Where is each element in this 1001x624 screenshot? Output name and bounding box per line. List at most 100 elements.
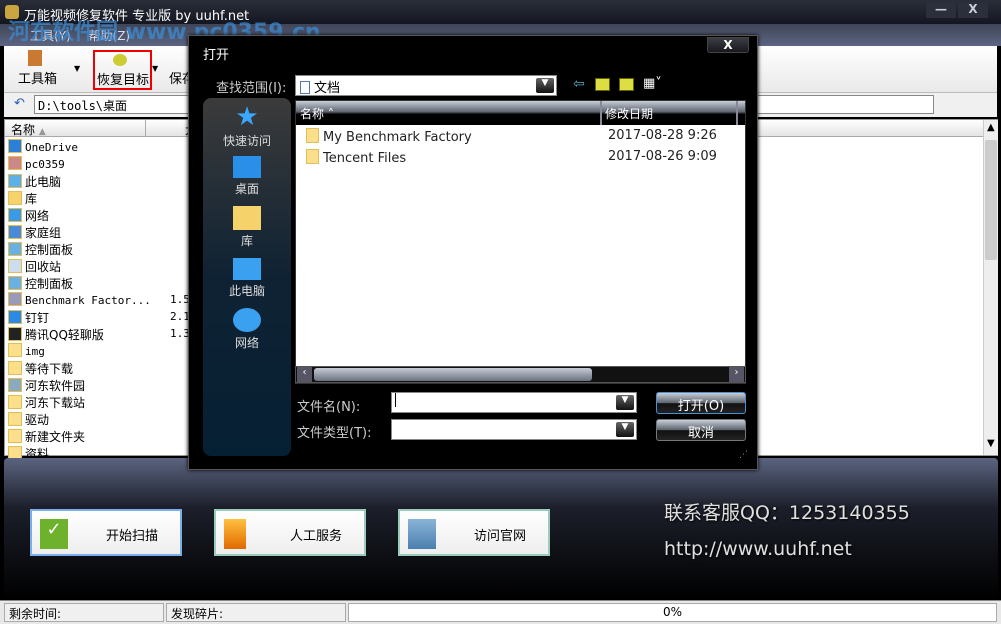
open-dialog: 打开 X 查找范围(I): 文档 ▼ ⇦ ▦˅ ★ 快速访问 桌面 库 此电脑 网…	[188, 35, 758, 470]
item-name: OneDrive	[25, 141, 78, 154]
cancel-button[interactable]: 取消	[656, 419, 746, 441]
scroll-thumb[interactable]	[314, 368, 592, 381]
list-item[interactable]: 控制面板	[8, 275, 73, 292]
back-arrow-icon[interactable]: ⇦	[573, 76, 585, 92]
column-name[interactable]: 名称 ˄	[300, 105, 334, 122]
list-item[interactable]: 驱动	[8, 411, 49, 428]
list-item[interactable]: img	[8, 343, 45, 360]
list-item[interactable]: 腾讯QQ轻聊版	[8, 326, 104, 343]
list-item[interactable]: 钉钉	[8, 309, 49, 326]
item-name: 控制面板	[25, 277, 74, 291]
column-name-label: 名称	[11, 123, 36, 137]
lookin-select[interactable]: 文档 ▼	[295, 75, 557, 96]
action-panel: ✓ 开始扫描 人工服务 访问官网 联系客服QQ：1253140355 http:…	[4, 458, 998, 600]
restore-icon	[113, 54, 127, 66]
list-item[interactable]: 回收站	[8, 258, 61, 275]
visit-website-label: 访问官网	[473, 529, 526, 544]
folder-icon	[8, 343, 22, 357]
back-icon[interactable]: ↶	[14, 96, 25, 111]
filetype-select[interactable]: ▼	[391, 419, 637, 440]
chevron-down-icon[interactable]: ▼	[152, 64, 158, 73]
view-menu-icon[interactable]: ▦˅	[643, 76, 662, 91]
scroll-up-icon[interactable]: ▲	[987, 122, 995, 133]
app-icon	[5, 5, 19, 19]
filename-value	[395, 393, 397, 407]
item-name: 河东下载站	[25, 396, 86, 410]
item-name: 河东软件园	[25, 379, 86, 393]
manual-service-label: 人工服务	[289, 529, 342, 544]
list-item[interactable]: 此电脑	[8, 173, 61, 190]
dialog-file-item[interactable]: Tencent Files	[306, 149, 406, 169]
place-label: 库	[240, 234, 253, 248]
chevron-down-icon[interactable]: ▼	[536, 78, 554, 93]
item-name: 等待下载	[25, 362, 74, 376]
homegroup-icon	[8, 225, 22, 239]
list-item[interactable]: 河东软件园	[8, 377, 85, 394]
recycle-bin-icon	[8, 259, 22, 273]
chevron-down-icon[interactable]: ▼	[616, 395, 634, 410]
qq-icon	[8, 327, 22, 341]
list-item[interactable]: pc0359	[8, 156, 65, 173]
cloud-icon	[8, 139, 22, 153]
list-item[interactable]: OneDrive	[8, 139, 78, 156]
shortcut-icon	[8, 292, 22, 306]
menu-tools[interactable]: 工具(Y)	[30, 29, 71, 43]
toolbox-button[interactable]: 工具箱	[18, 68, 57, 87]
list-item[interactable]: 控制面板	[8, 241, 73, 258]
column-name-label: 名称	[300, 107, 325, 121]
new-folder-icon[interactable]	[619, 78, 634, 91]
library-icon	[233, 206, 261, 230]
visit-website-button[interactable]: 访问官网	[398, 509, 550, 556]
list-item[interactable]: 河东下载站	[8, 394, 85, 411]
folder-icon	[306, 149, 319, 164]
folder-icon	[306, 128, 319, 143]
column-divider[interactable]	[736, 101, 738, 125]
column-divider[interactable]	[600, 101, 602, 125]
window-title: 万能视频修复软件 专业版 by uuhf.net	[24, 9, 250, 24]
column-divider[interactable]	[145, 120, 146, 137]
horizontal-scrollbar[interactable]: ‹ ›	[295, 366, 746, 383]
place-quick-access[interactable]: ★ 快速访问	[203, 104, 291, 149]
place-network[interactable]: 网络	[203, 308, 291, 351]
control-panel-icon	[8, 242, 22, 256]
list-item[interactable]: 等待下载	[8, 360, 73, 377]
list-item[interactable]: Benchmark Factor...	[8, 292, 151, 309]
column-name[interactable]: 名称 ▲	[11, 121, 46, 138]
computer-icon	[8, 174, 22, 188]
vertical-scrollbar[interactable]: ▲ ▼	[983, 120, 998, 455]
filename-input[interactable]: ▼	[391, 392, 637, 413]
progress-text: 0%	[662, 605, 683, 619]
menu-help[interactable]: 帮助(Z)	[89, 29, 131, 43]
place-this-pc[interactable]: 此电脑	[203, 258, 291, 299]
chevron-down-icon[interactable]: ▼	[616, 422, 634, 437]
list-item[interactable]: 家庭组	[8, 224, 61, 241]
minimize-button[interactable]: —	[926, 2, 956, 18]
scroll-down-icon[interactable]: ▼	[987, 438, 995, 449]
control-panel-icon	[8, 276, 22, 290]
list-item[interactable]: 库	[8, 190, 37, 207]
place-library[interactable]: 库	[203, 206, 291, 249]
item-name: 新建文件夹	[25, 430, 86, 444]
folder-icon	[8, 361, 22, 375]
place-desktop[interactable]: 桌面	[203, 156, 291, 197]
up-folder-icon[interactable]	[595, 78, 610, 91]
check-icon: ✓	[40, 519, 68, 549]
manual-service-button[interactable]: 人工服务	[214, 509, 366, 556]
close-button[interactable]: X	[958, 2, 988, 18]
title-bar: 万能视频修复软件 专业版 by uuhf.net	[0, 0, 1001, 24]
restore-target-button[interactable]: 恢复目标	[93, 50, 152, 90]
resize-grip-icon[interactable]: ⋰	[739, 450, 748, 460]
list-item[interactable]: 网络	[8, 207, 49, 224]
dialog-close-button[interactable]: X	[707, 37, 749, 53]
start-scan-button[interactable]: ✓ 开始扫描	[30, 509, 182, 556]
item-name: 此电脑	[25, 175, 62, 189]
list-item[interactable]: 新建文件夹	[8, 428, 85, 445]
scroll-left-icon[interactable]: ‹	[297, 367, 312, 382]
item-name: Benchmark Factor...	[25, 294, 151, 307]
open-button[interactable]: 打开(O)	[656, 392, 746, 414]
scroll-thumb[interactable]	[985, 140, 997, 260]
column-date[interactable]: 修改日期	[605, 105, 653, 122]
chevron-down-icon[interactable]: ▼	[74, 64, 80, 73]
dialog-file-item[interactable]: My Benchmark Factory	[306, 128, 472, 148]
scroll-right-icon[interactable]: ›	[729, 367, 744, 382]
